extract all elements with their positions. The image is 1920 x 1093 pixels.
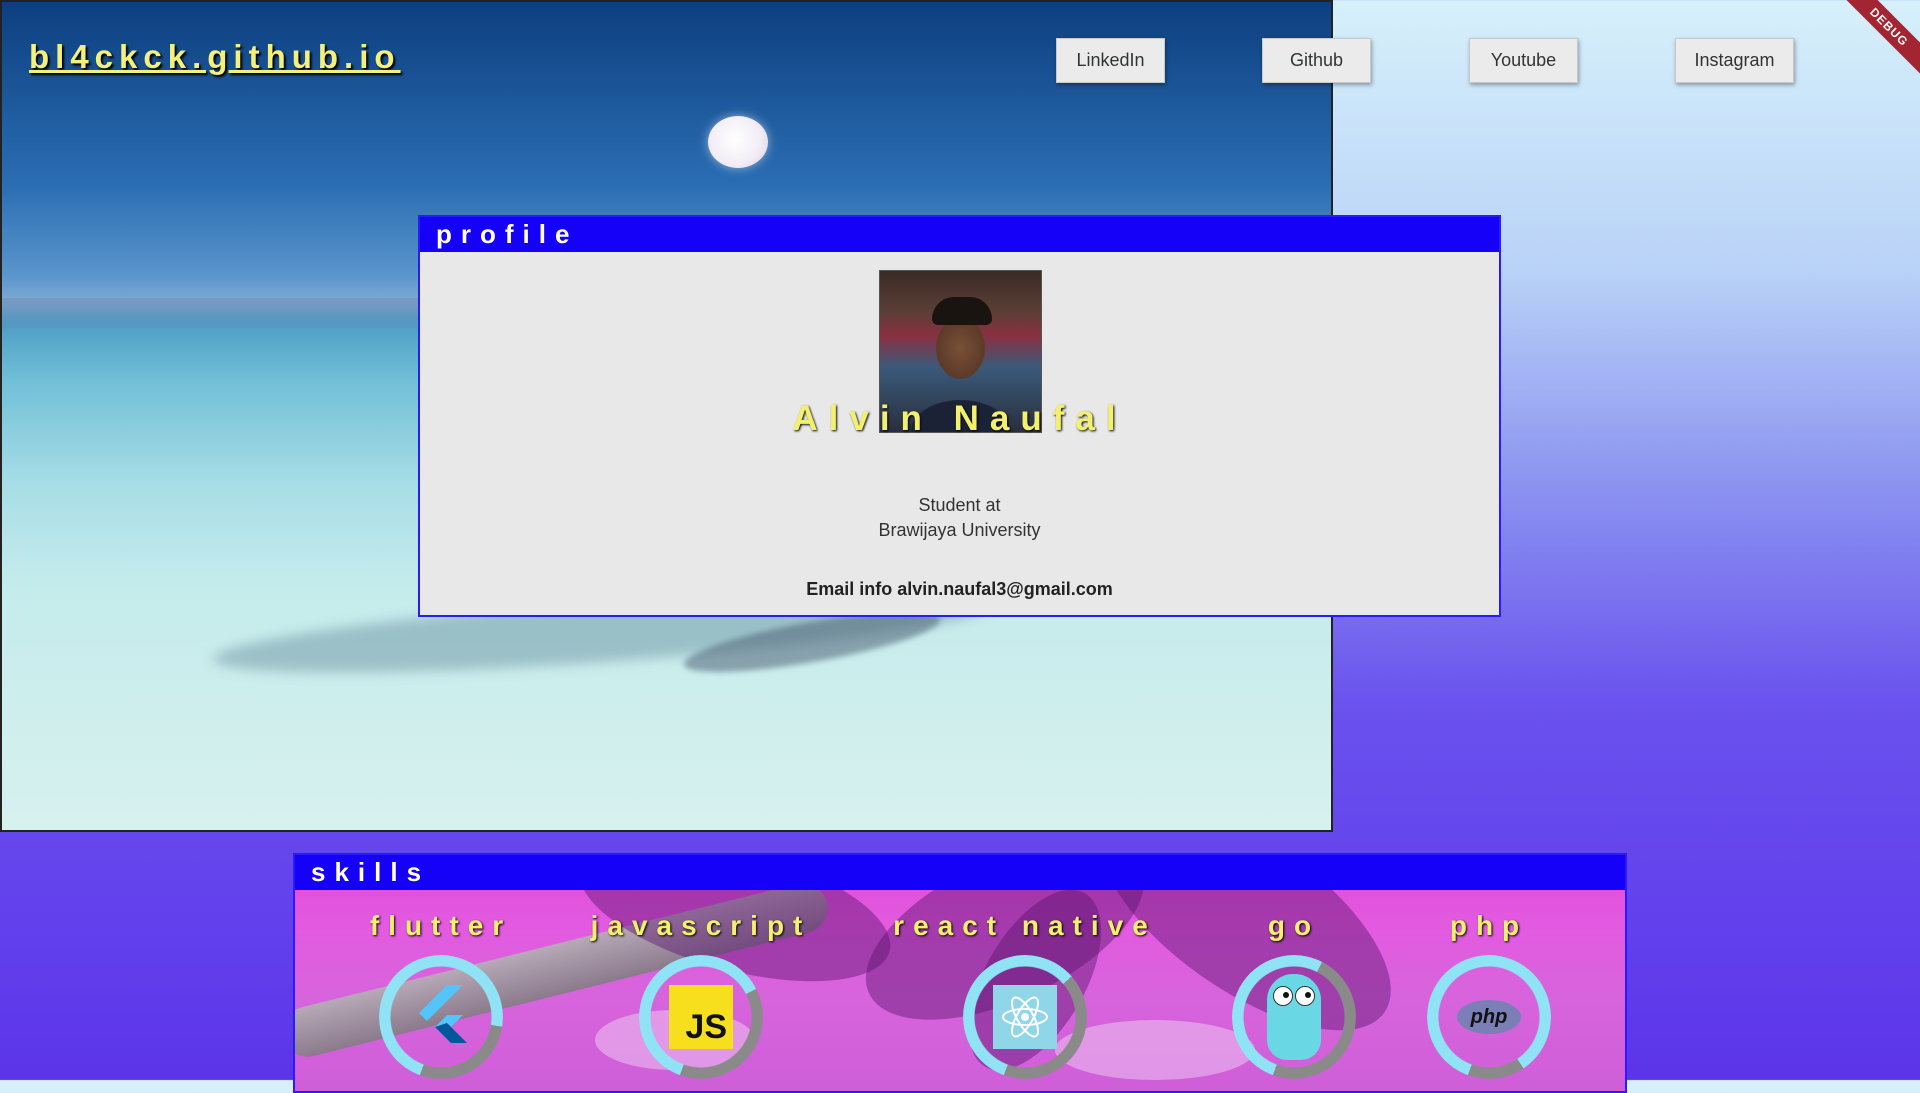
react-icon — [993, 985, 1057, 1049]
gopher-icon — [1267, 974, 1321, 1060]
skill-label: react native — [893, 910, 1157, 941]
moon — [708, 116, 768, 168]
skill-label: go — [1267, 910, 1321, 941]
profile-role-line2: Brawijaya University — [878, 520, 1041, 540]
profile-header: profile — [420, 217, 1499, 252]
site-title-link[interactable]: bl4ckck.github.io — [29, 38, 401, 76]
skills-panel: skills flutter javascript JS react nativ… — [293, 853, 1627, 1093]
nav-instagram-button[interactable]: Instagram — [1675, 38, 1794, 83]
skills-header: skills — [295, 855, 1625, 890]
debug-banner: DEBUG — [1828, 0, 1920, 88]
php-icon: php — [1457, 1000, 1521, 1034]
skill-label: javascript — [590, 910, 812, 941]
profile-email: Email info alvin.naufal3@gmail.com — [806, 579, 1113, 599]
js-icon: JS — [669, 985, 733, 1049]
profile-role: Student at Brawijaya University — [420, 493, 1499, 543]
nav-github-button[interactable]: Github — [1262, 38, 1371, 83]
nav-youtube-button[interactable]: Youtube — [1469, 38, 1578, 83]
skill-label: flutter — [369, 910, 513, 941]
skill-label: php — [1449, 910, 1529, 941]
profile-role-line1: Student at — [918, 495, 1001, 515]
nav-linkedin-button[interactable]: LinkedIn — [1056, 38, 1165, 83]
profile-card: profile Alvin Naufal Student at Brawijay… — [418, 215, 1501, 617]
profile-name: Alvin Naufal — [792, 399, 1127, 438]
flutter-icon — [419, 985, 467, 1043]
